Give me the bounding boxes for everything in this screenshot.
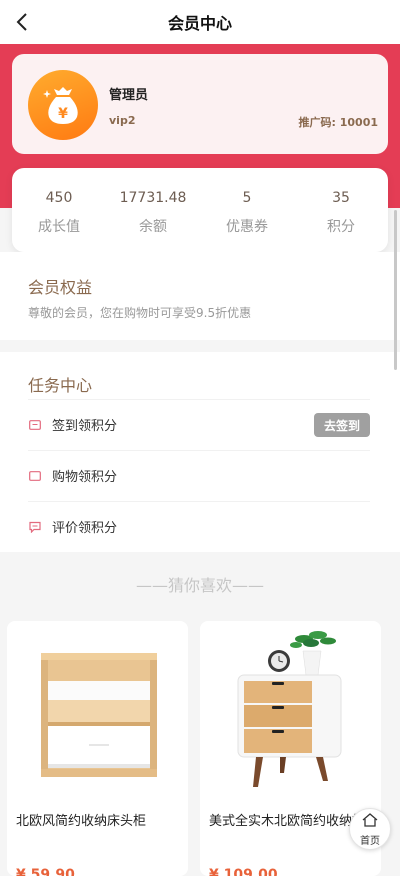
task-row-signin[interactable]: 签到领积分 去签到: [28, 399, 370, 449]
drawer-nightstand-image: [200, 621, 381, 801]
top-bar: 会员中心: [0, 0, 400, 44]
stat-value: 5: [242, 190, 252, 206]
money-bag-icon[interactable]: ¥: [28, 70, 98, 140]
stat-coupons[interactable]: 5 优惠券: [200, 168, 294, 252]
signin-button[interactable]: 去签到: [314, 413, 370, 437]
member-benefits-section: 会员权益 尊敬的会员，您在购物时可享受9.5折优惠: [0, 252, 400, 340]
comment-icon: [28, 520, 42, 534]
stat-growth[interactable]: 450 成长值: [12, 168, 106, 252]
profile-card: ¥ 管理员 vip2 推广码: 10001: [12, 54, 388, 154]
stat-label: 积分: [327, 219, 355, 235]
stat-value: 17731.48: [119, 190, 187, 206]
page-title: 会员中心: [167, 14, 232, 33]
task-center-section: 任务中心 签到领积分 去签到 购物领积分 评价领积分: [0, 352, 400, 552]
section-title: 任务中心: [28, 376, 93, 395]
task-row-review[interactable]: 评价领积分: [28, 501, 370, 551]
profile-name: 管理员: [109, 88, 149, 103]
task-row-shopping[interactable]: 购物领积分: [28, 450, 370, 500]
stat-label: 优惠券: [226, 219, 268, 235]
home-icon: [362, 812, 378, 831]
promo-code: 推广码: 10001: [298, 116, 379, 129]
home-button-label: 首页: [360, 835, 380, 847]
stats-card: 450 成长值 17731.48 余额 5 优惠券 35 积分: [12, 168, 388, 252]
home-button[interactable]: 首页: [349, 808, 391, 850]
shopping-icon: [28, 469, 42, 483]
calendar-icon: [28, 418, 42, 432]
stat-label: 成长值: [38, 219, 80, 235]
section-title: 会员权益: [28, 278, 93, 297]
stat-label: 余额: [139, 219, 167, 235]
stat-value: 35: [332, 190, 350, 206]
product-price: ¥ 59.90: [16, 867, 75, 876]
stat-value: 450: [45, 190, 73, 206]
svg-text:¥: ¥: [58, 106, 68, 122]
product-name: 北欧风简约收纳床头柜: [16, 814, 147, 829]
chevron-left-icon[interactable]: [12, 10, 32, 34]
nightstand-image: [7, 621, 188, 801]
scrollbar[interactable]: [394, 210, 397, 370]
task-label: 签到领积分: [52, 419, 118, 434]
stat-points[interactable]: 35 积分: [294, 168, 388, 252]
recommend-title: ——猜你喜欢——: [135, 576, 264, 595]
stat-balance[interactable]: 17731.48 余额: [106, 168, 200, 252]
benefits-description: 尊敬的会员，您在购物时可享受9.5折优惠: [28, 306, 252, 320]
member-level: vip2: [109, 114, 136, 127]
product-card[interactable]: 北欧风简约收纳床头柜 ¥ 59.90: [7, 621, 188, 876]
task-label: 评价领积分: [52, 521, 118, 536]
product-price: ¥ 109.00: [209, 867, 278, 876]
task-label: 购物领积分: [52, 470, 118, 485]
